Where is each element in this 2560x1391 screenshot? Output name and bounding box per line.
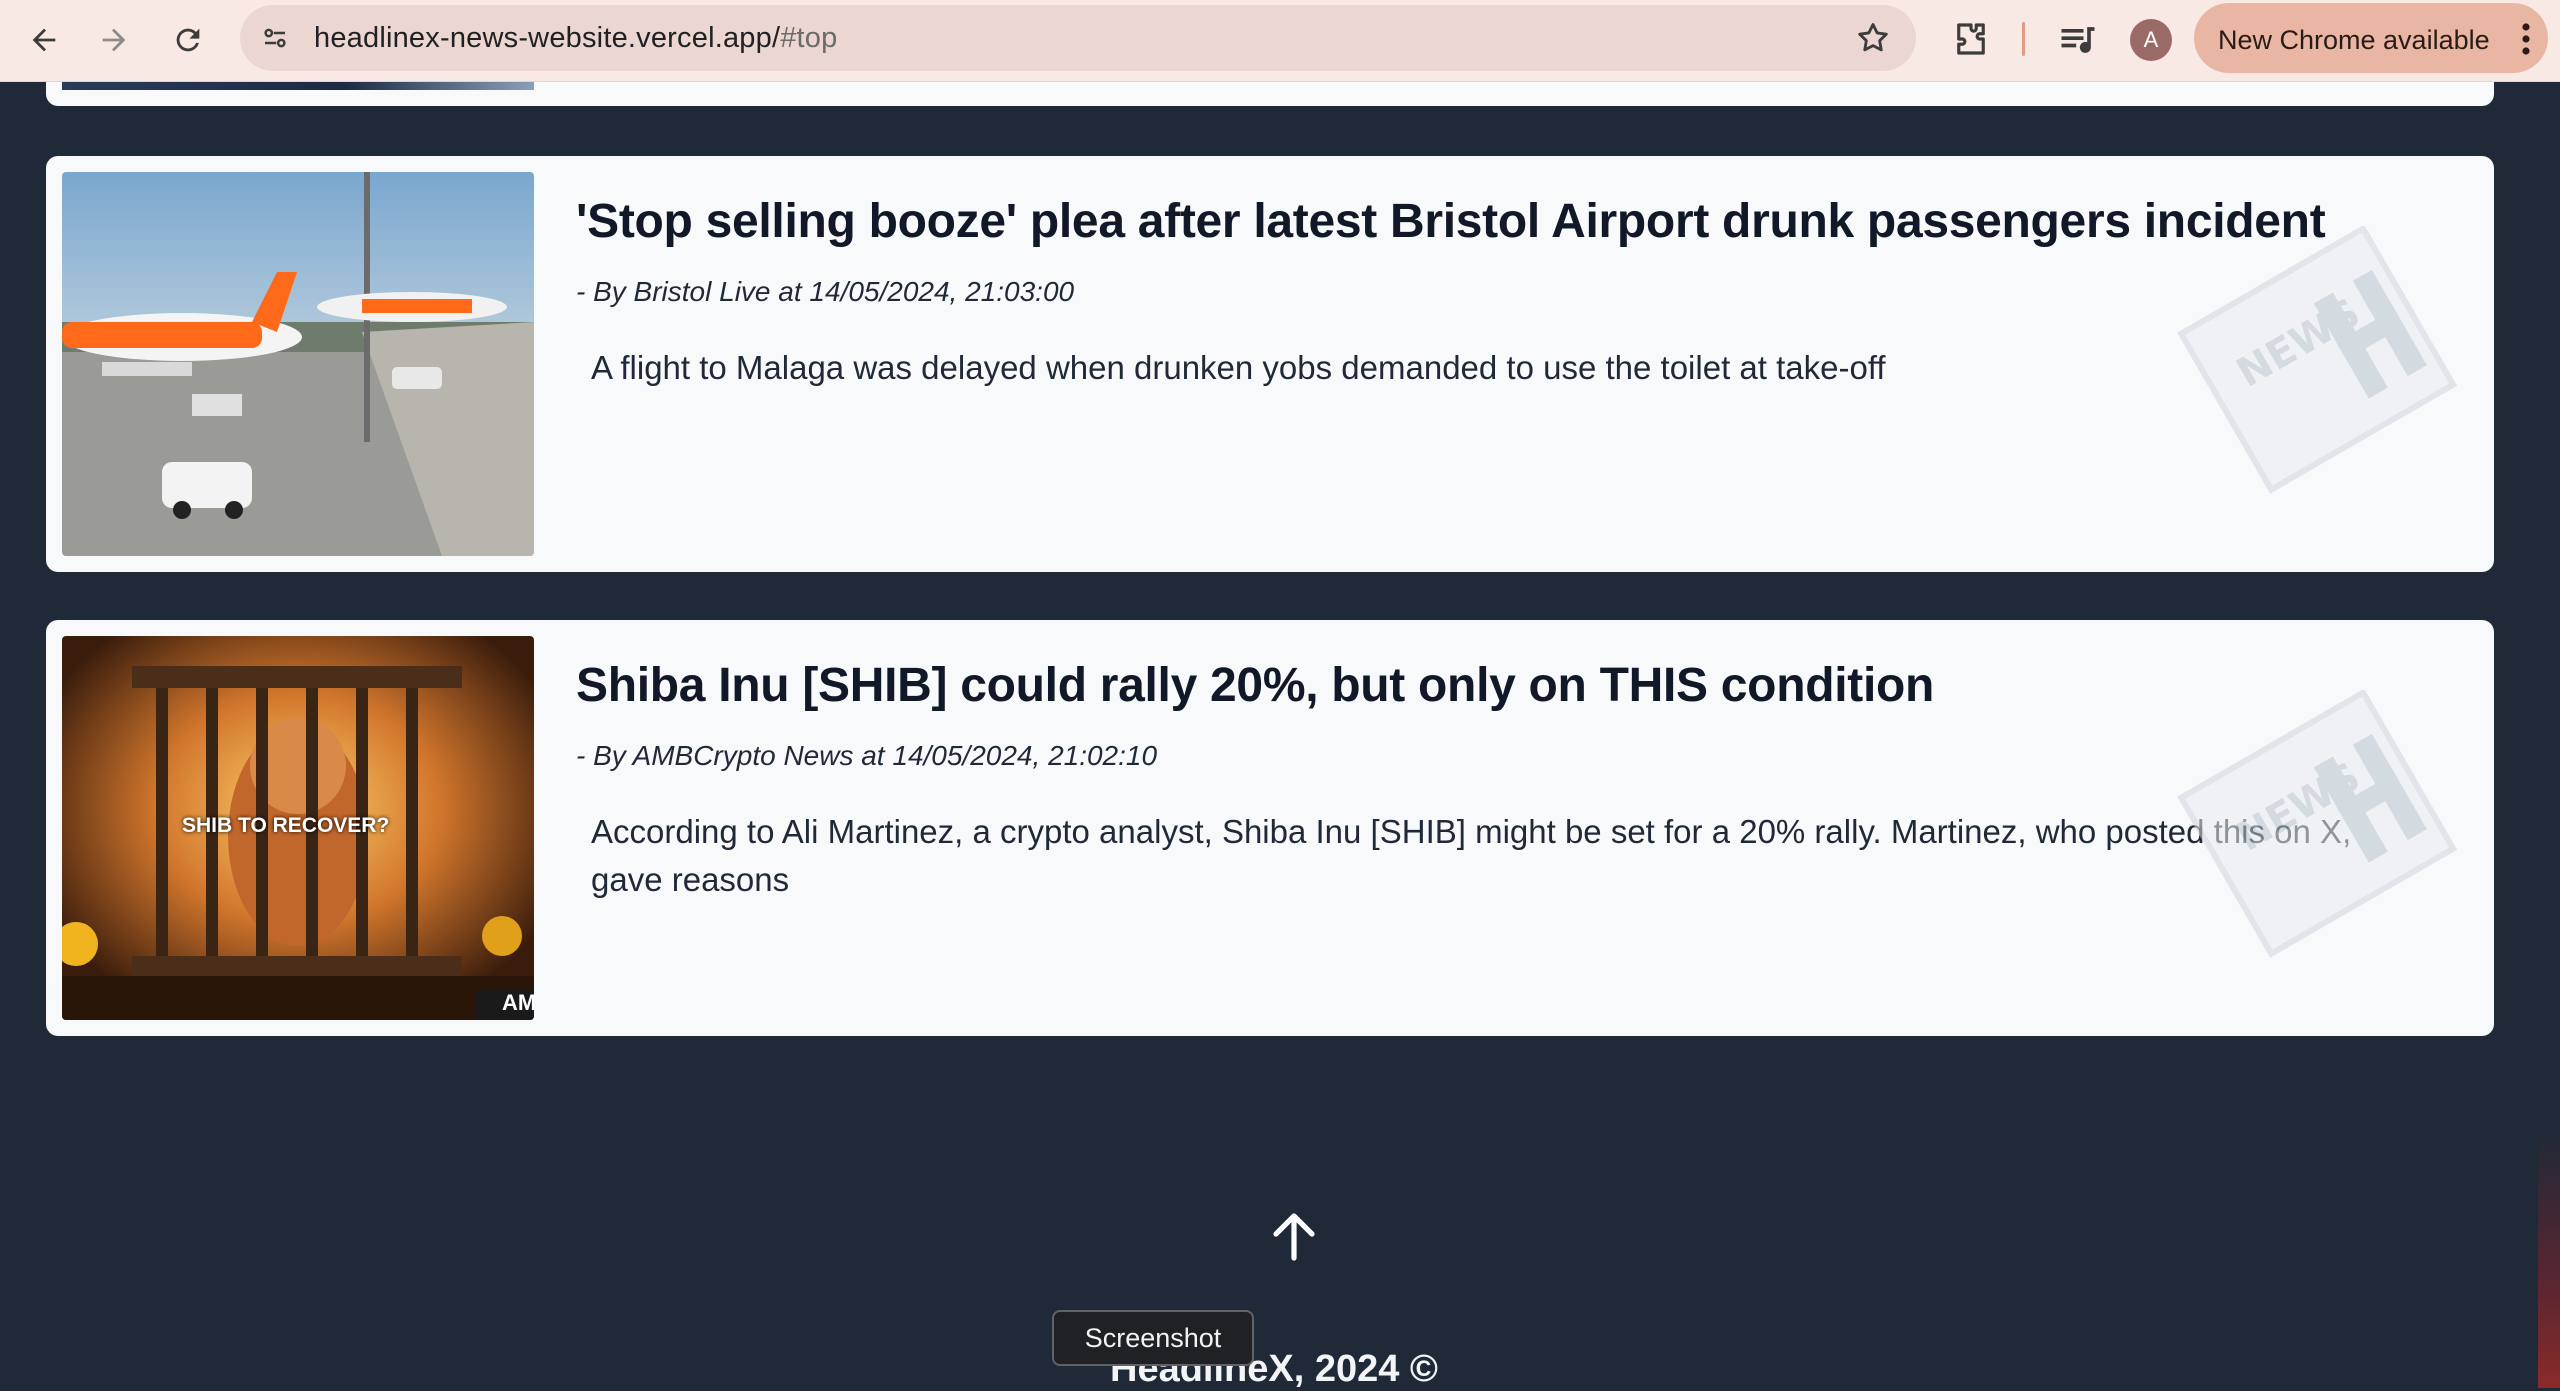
reload-button[interactable] <box>160 12 216 68</box>
forward-arrow-icon <box>102 28 126 52</box>
screenshot-tooltip: Screenshot <box>1052 1310 1254 1366</box>
browser-toolbar: headlinex-news-website.vercel.app/#top A… <box>0 0 2560 82</box>
news-logo-watermark-icon: NEWS <box>2177 226 2458 494</box>
article-card[interactable]: SHIB TO RECOVER? AM Shiba Inu [SHIB] cou… <box>46 620 2494 1036</box>
scroll-to-top-arrow-icon[interactable] <box>1270 1210 1318 1262</box>
url-hash: #top <box>780 22 838 54</box>
profile-avatar[interactable]: A <box>2130 19 2172 61</box>
url-host: headlinex-news-website.vercel.app/ <box>314 22 781 54</box>
toolbar-divider <box>2022 22 2025 56</box>
article-description: A flight to Malaga was delayed when drun… <box>591 349 1886 386</box>
more-menu-icon[interactable] <box>2518 21 2534 57</box>
update-chrome-label: New Chrome available <box>2218 25 2490 55</box>
media-controls-icon[interactable] <box>2056 18 2100 62</box>
image-caption: SHIB TO RECOVER? <box>182 814 390 837</box>
site-settings-icon[interactable] <box>254 17 296 59</box>
article-thumbnail[interactable] <box>62 172 534 556</box>
article-title[interactable]: 'Stop selling booze' plea after latest B… <box>576 194 2326 249</box>
forward-button[interactable] <box>86 12 142 68</box>
reload-icon <box>176 28 200 52</box>
page-content: 'Stop selling booze' plea after latest B… <box>0 82 2538 1388</box>
url-text[interactable]: headlinex-news-website.vercel.app/#top <box>314 22 837 55</box>
article-card-previous[interactable] <box>46 82 2494 106</box>
article-title[interactable]: Shiba Inu [SHIB] could rally 20%, but on… <box>576 658 2314 713</box>
address-bar[interactable]: headlinex-news-website.vercel.app/#top <box>240 5 1916 71</box>
article-thumbnail-previous[interactable] <box>62 82 534 90</box>
page-scrollbar[interactable] <box>2538 82 2560 1388</box>
back-arrow-icon <box>32 28 56 52</box>
update-chrome-button[interactable]: New Chrome available <box>2194 3 2548 73</box>
airport-photo-icon <box>62 172 534 556</box>
extensions-puzzle-icon[interactable] <box>1950 18 1992 60</box>
article-card[interactable]: 'Stop selling booze' plea after latest B… <box>46 156 2494 572</box>
image-badge: AM <box>502 990 534 1015</box>
back-button[interactable] <box>16 12 72 68</box>
news-logo-watermark-icon: NEWS <box>2177 690 2458 958</box>
article-byline: - By AMBCrypto News at 14/05/2024, 21:02… <box>576 740 1158 771</box>
article-byline: - By Bristol Live at 14/05/2024, 21:03:0… <box>576 276 1075 307</box>
article-thumbnail[interactable]: SHIB TO RECOVER? AM <box>62 636 534 1020</box>
article-description: According to Ali Martinez, a crypto anal… <box>591 813 2352 898</box>
bookmark-star-icon[interactable] <box>1854 19 1892 57</box>
